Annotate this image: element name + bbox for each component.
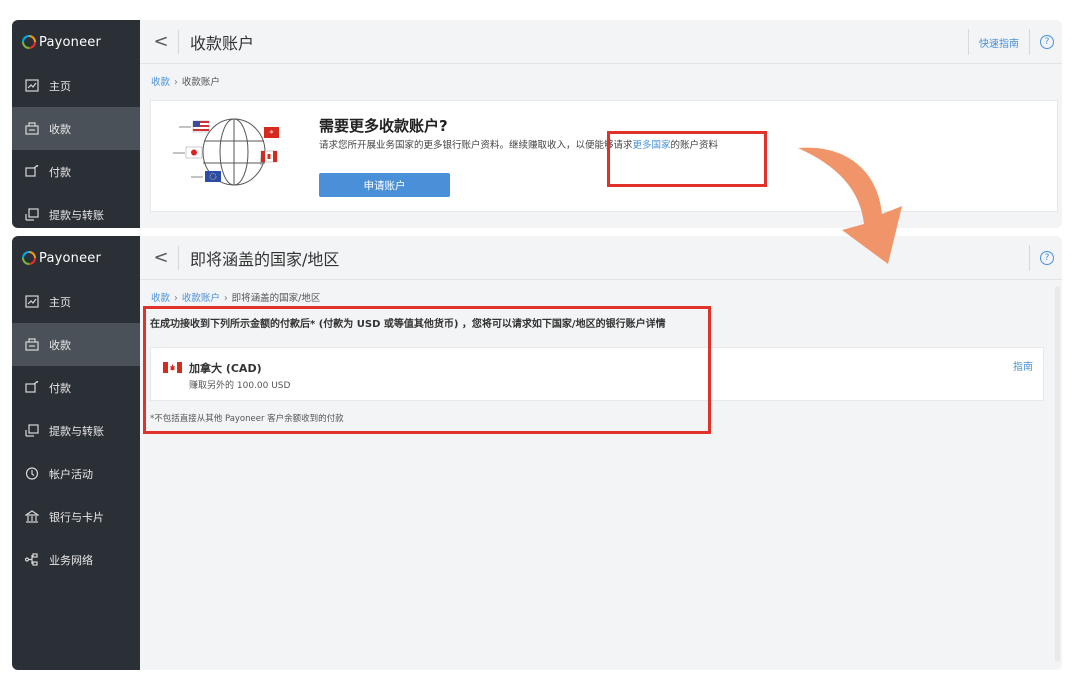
- sidebar-item-home[interactable]: 主页: [12, 64, 140, 107]
- bottom-screenshot-panel: Payoneer 主页 收款 付款 提款与转账 帐户活动 银行与卡片 业务网络: [12, 236, 1062, 670]
- page-title: 收款账户: [190, 33, 255, 53]
- header-divider: [178, 29, 179, 54]
- receive-icon: [24, 338, 40, 352]
- sidebar-item-pay[interactable]: 付款: [12, 150, 140, 193]
- payoneer-logo-icon: [22, 251, 36, 265]
- page-title: 即将涵盖的国家/地区: [190, 249, 340, 269]
- svg-text:*: *: [270, 129, 274, 138]
- promo-title: 需要更多收款账户?: [319, 117, 448, 135]
- bank-icon: [24, 510, 40, 524]
- breadcrumb-separator: ›: [174, 77, 178, 88]
- curved-arrow-icon: [798, 147, 902, 264]
- back-arrow-icon[interactable]: <: [144, 247, 178, 268]
- breadcrumb: 收款 › 收款账户: [140, 64, 1062, 92]
- pay-icon: [24, 165, 40, 179]
- withdraw-icon: [24, 424, 40, 438]
- help-icon[interactable]: ?: [1040, 35, 1054, 49]
- sidebar-item-bank-cards[interactable]: 银行与卡片: [12, 495, 140, 538]
- receive-icon: [24, 122, 40, 136]
- page-header: < 收款账户 快速指南 ?: [140, 20, 1062, 64]
- highlight-box-more-countries: [607, 131, 767, 187]
- sidebar-item-business-network[interactable]: 业务网络: [12, 538, 140, 581]
- apply-account-button[interactable]: 申请账户: [319, 173, 450, 197]
- chart-icon: [24, 79, 40, 93]
- breadcrumb-accounts-link[interactable]: 收款账户: [182, 293, 220, 304]
- breadcrumb-receive-link[interactable]: 收款: [151, 293, 170, 304]
- sidebar: Payoneer 主页 收款 付款 提款与转账: [12, 20, 140, 228]
- sidebar-item-pay[interactable]: 付款: [12, 366, 140, 409]
- highlight-box-country-list: [143, 306, 711, 434]
- sidebar-item-receive[interactable]: 收款: [12, 107, 140, 150]
- sidebar-item-receive[interactable]: 收款: [12, 323, 140, 366]
- chart-icon: [24, 295, 40, 309]
- header-divider: [1029, 245, 1030, 271]
- guide-link[interactable]: 指南: [1013, 358, 1033, 373]
- sidebar-item-home[interactable]: 主页: [12, 280, 140, 323]
- breadcrumb-current: 即将涵盖的国家/地区: [231, 293, 321, 304]
- back-arrow-icon[interactable]: <: [144, 31, 178, 52]
- breadcrumb: 收款 › 收款账户 › 即将涵盖的国家/地区: [140, 280, 1062, 308]
- globe-flags-illustration: *: [173, 118, 279, 186]
- payoneer-logo-icon: [22, 35, 36, 49]
- header-actions: ?: [1029, 236, 1054, 280]
- main-content: < 即将涵盖的国家/地区 ? 收款 › 收款账户 › 即将涵盖的国家/地区 在成功接收到…: [140, 236, 1062, 670]
- quick-guide-link[interactable]: 快速指南: [968, 29, 1030, 55]
- header-divider: [178, 245, 179, 270]
- help-icon[interactable]: ?: [1040, 251, 1054, 265]
- activity-icon: [24, 467, 40, 481]
- sidebar-item-withdraw[interactable]: 提款与转账: [12, 193, 140, 228]
- scrollbar[interactable]: [1055, 286, 1060, 662]
- breadcrumb-separator: ›: [223, 293, 228, 304]
- pay-icon: [24, 381, 40, 395]
- breadcrumb-receive-link[interactable]: 收款: [151, 77, 170, 88]
- withdraw-icon: [24, 208, 40, 222]
- payoneer-logo[interactable]: Payoneer: [12, 20, 140, 64]
- payoneer-logo[interactable]: Payoneer: [12, 236, 140, 280]
- sidebar: Payoneer 主页 收款 付款 提款与转账 帐户活动 银行与卡片 业务网络: [12, 236, 140, 670]
- network-icon: [24, 553, 40, 567]
- breadcrumb-separator: ›: [174, 293, 178, 304]
- breadcrumb-current: 收款账户: [181, 77, 220, 88]
- sidebar-item-account-activity[interactable]: 帐户活动: [12, 452, 140, 495]
- sidebar-item-withdraw[interactable]: 提款与转账: [12, 409, 140, 452]
- header-actions: 快速指南 ?: [968, 20, 1054, 64]
